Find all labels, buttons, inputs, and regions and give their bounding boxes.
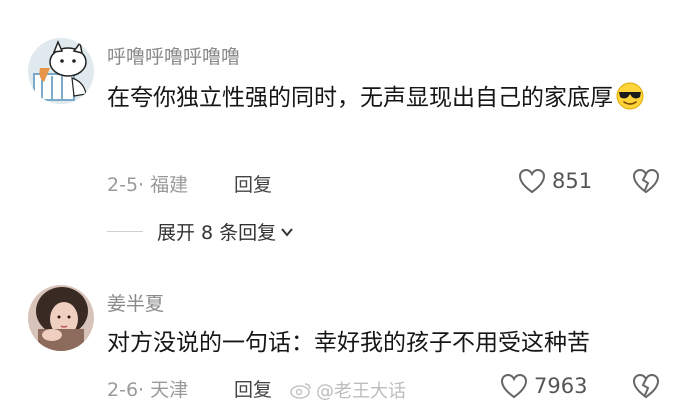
comment-text-body: 在夸你独立性强的同时，无声显现出自己的家底厚: [107, 85, 613, 111]
expand-replies-label: 展开 8 条回复: [157, 222, 277, 244]
heart-outline-icon: [500, 373, 528, 399]
comment-date-location: 2-5· 福建: [107, 174, 189, 196]
avatar-portrait-image: [28, 285, 94, 351]
like-count: 7963: [534, 374, 588, 398]
watermark-text: @老王大话: [316, 381, 406, 402]
broken-heart-icon: [632, 373, 660, 399]
like-button[interactable]: 7963: [500, 373, 587, 399]
comment-text: 对方没说的一句话：幸好我的孩子不用受这种苦: [107, 323, 667, 364]
chevron-down-icon: [281, 227, 293, 237]
comment-text-body: 对方没说的一句话：幸好我的孩子不用受这种苦: [107, 330, 590, 356]
heart-outline-icon: [518, 168, 546, 194]
like-button[interactable]: 851: [518, 168, 592, 194]
comment-text: 在夸你独立性强的同时，无声显现出自己的家底厚: [107, 78, 667, 119]
dislike-button[interactable]: [632, 373, 660, 403]
weibo-logo-icon: [290, 383, 311, 399]
dislike-button[interactable]: [632, 168, 660, 198]
sunglasses-emoji-icon: [616, 82, 644, 110]
username[interactable]: 姜半夏: [107, 289, 164, 316]
username[interactable]: 呼噜呼噜呼噜噜: [107, 42, 240, 69]
avatar[interactable]: [28, 285, 94, 351]
reply-button[interactable]: 回复: [234, 375, 272, 402]
like-count: 851: [552, 169, 593, 193]
avatar[interactable]: [28, 38, 94, 104]
divider-line: [107, 231, 143, 232]
avatar-cartoon-image: [28, 38, 94, 104]
broken-heart-icon: [632, 168, 660, 194]
expand-replies-button[interactable]: 展开 8 条回复: [107, 218, 294, 245]
reply-button[interactable]: 回复: [234, 170, 272, 197]
watermark: @老王大话: [290, 377, 406, 403]
comment-date-location: 2-6· 天津: [107, 379, 189, 401]
